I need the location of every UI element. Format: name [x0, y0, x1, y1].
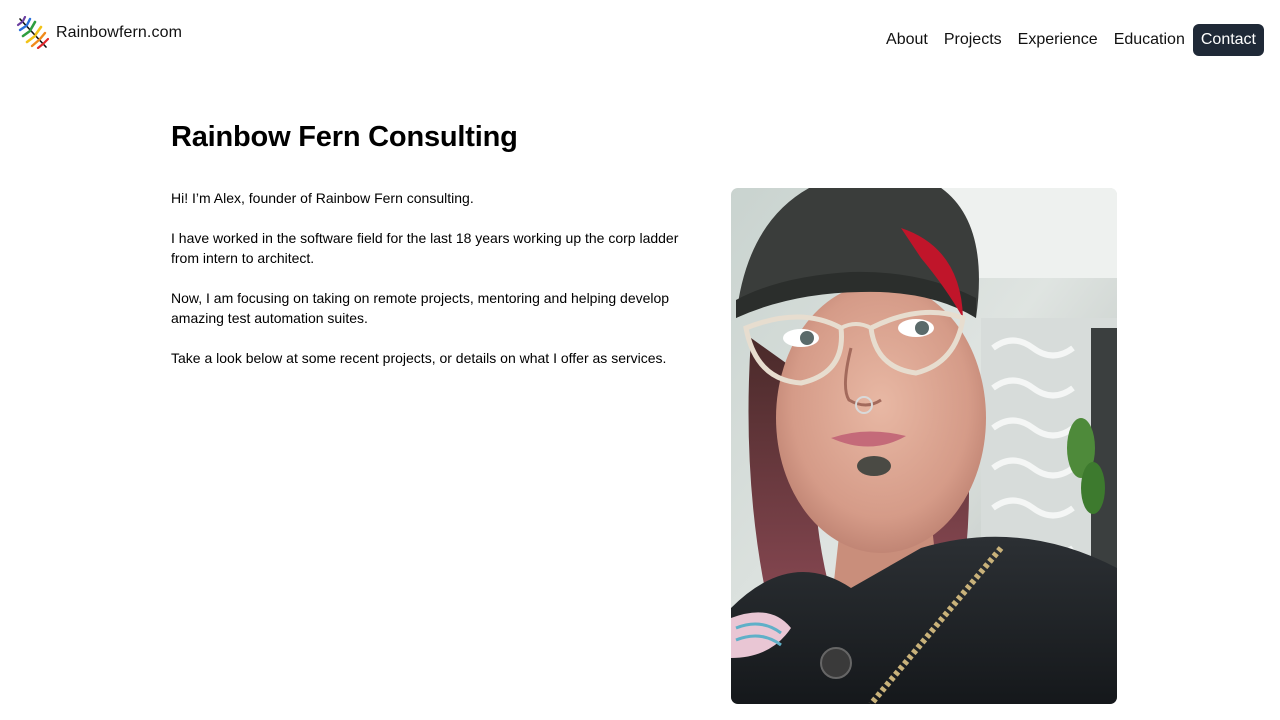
brand-home-link[interactable]: Rainbowfern.com — [16, 16, 182, 49]
top-navigation-bar: Rainbowfern.com About Projects Experienc… — [0, 0, 1280, 80]
intro-paragraph-cta: Take a look below at some recent project… — [171, 350, 667, 366]
brand-name: Rainbowfern.com — [56, 23, 182, 41]
intro-text: Hi! I’m Alex, founder of Rainbow Fern co… — [171, 188, 701, 388]
main-nav: About Projects Experience Education Cont… — [878, 24, 1264, 56]
nav-experience-link[interactable]: Experience — [1010, 24, 1106, 56]
intro-paragraph-focus: Now, I am focusing on taking on remote p… — [171, 290, 670, 326]
nav-education-link[interactable]: Education — [1106, 24, 1193, 56]
nav-contact-button[interactable]: Contact — [1192, 24, 1264, 56]
intro-paragraph-greeting: Hi! I’m Alex, founder of Rainbow Fern co… — [171, 190, 474, 206]
page-title: Rainbow Fern Consulting — [171, 121, 518, 153]
nav-projects-link[interactable]: Projects — [936, 24, 1010, 56]
portrait-photo — [731, 188, 1117, 704]
rainbow-fern-leaf-icon — [16, 16, 49, 49]
intro-paragraph-career: I have worked in the software field for … — [171, 230, 679, 266]
nav-about-link[interactable]: About — [878, 24, 936, 56]
